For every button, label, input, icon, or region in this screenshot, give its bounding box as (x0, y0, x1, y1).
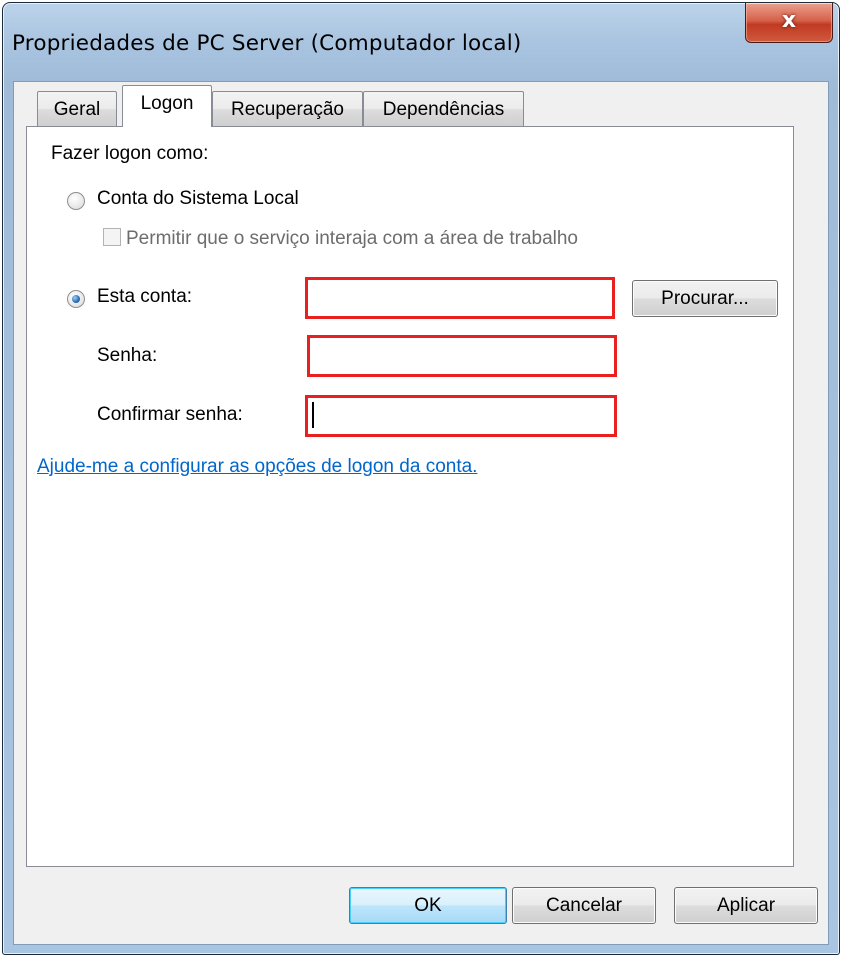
logon-as-heading: Fazer logon como: (51, 143, 209, 164)
ok-button[interactable]: OK (349, 887, 507, 924)
cancel-button[interactable]: Cancelar (512, 887, 656, 924)
local-system-label: Conta do Sistema Local (97, 188, 299, 209)
logon-help-link[interactable]: Ajude-me a configurar as opções de logon… (37, 456, 477, 478)
this-account-radio[interactable] (67, 290, 85, 308)
account-input[interactable] (305, 277, 615, 319)
browse-button[interactable]: Procurar... (632, 280, 778, 317)
local-system-radio[interactable] (67, 192, 85, 210)
confirm-password-input[interactable] (305, 395, 617, 437)
this-account-label: Esta conta: (97, 286, 193, 307)
password-input[interactable] (307, 335, 617, 377)
interact-desktop-checkbox[interactable] (103, 228, 121, 246)
radio-selected-dot (72, 295, 80, 303)
interact-desktop-label: Permitir que o serviço interaja com a ár… (126, 228, 579, 249)
confirm-password-label: Confirmar senha: (97, 404, 243, 425)
text-caret (312, 402, 314, 428)
apply-button[interactable]: Aplicar (674, 887, 818, 924)
password-label: Senha: (97, 345, 158, 366)
logon-content: Fazer logon como: Conta do Sistema Local… (0, 0, 844, 959)
